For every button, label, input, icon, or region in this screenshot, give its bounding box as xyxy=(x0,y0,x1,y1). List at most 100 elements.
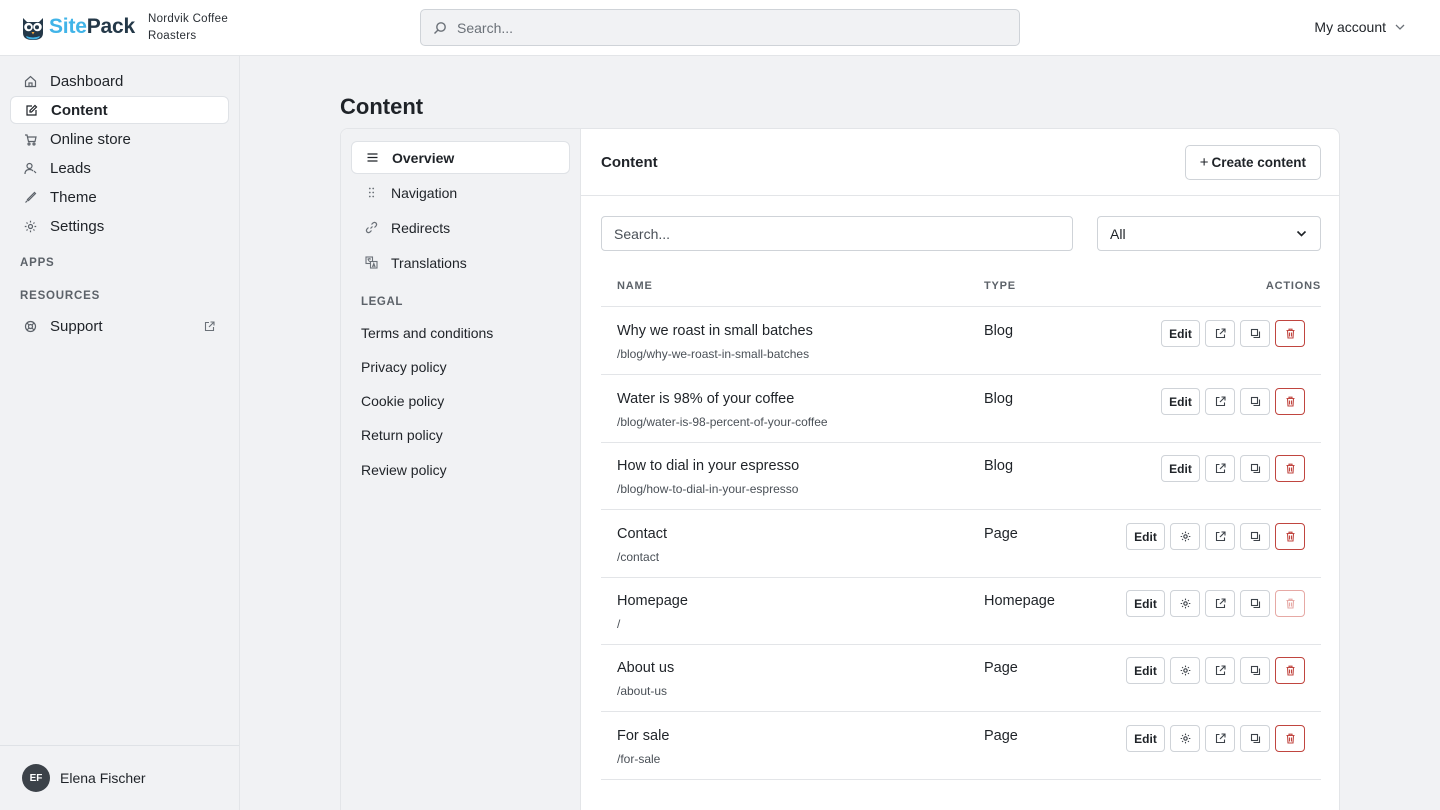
sidebar-item-theme[interactable]: Theme xyxy=(10,183,229,211)
duplicate-button[interactable] xyxy=(1240,320,1270,347)
edit-button[interactable]: Edit xyxy=(1161,455,1200,482)
legal-heading: LEGAL xyxy=(361,296,403,308)
account-menu[interactable]: My account xyxy=(1314,19,1406,35)
row-actions: Edit xyxy=(1161,455,1305,482)
row-path: /for-sale xyxy=(617,752,661,766)
sidebar-item-label: Dashboard xyxy=(50,72,124,90)
drag-handle-icon xyxy=(351,186,391,199)
row-name[interactable]: About us xyxy=(617,660,674,676)
copy-icon xyxy=(1250,463,1261,474)
row-path: /blog/why-we-roast-in-small-batches xyxy=(617,347,810,361)
row-name[interactable]: Contact xyxy=(617,526,667,542)
row-type: Page xyxy=(984,526,1018,542)
row-actions: Edit xyxy=(1161,320,1305,347)
edit-label: Edit xyxy=(1134,663,1157,678)
duplicate-button[interactable] xyxy=(1240,725,1270,752)
page-settings-button[interactable] xyxy=(1170,725,1200,752)
row-name[interactable]: For sale xyxy=(617,728,669,744)
subnav-item-overview[interactable]: Overview xyxy=(351,141,570,174)
trash-icon xyxy=(1285,598,1296,609)
global-search-input[interactable] xyxy=(457,19,997,36)
delete-button[interactable] xyxy=(1275,725,1305,752)
subnav-item-navigation[interactable]: Navigation xyxy=(351,176,570,209)
delete-button xyxy=(1275,590,1305,617)
list-icon xyxy=(352,151,392,164)
copy-icon xyxy=(1250,733,1261,744)
sidebar-item-settings[interactable]: Settings xyxy=(10,212,229,240)
row-name[interactable]: Water is 98% of your coffee xyxy=(617,391,794,407)
row-name[interactable]: Why we roast in small batches xyxy=(617,323,813,339)
sidebar-item-leads[interactable]: Leads xyxy=(10,154,229,182)
duplicate-button[interactable] xyxy=(1240,590,1270,617)
open-external-button[interactable] xyxy=(1205,657,1235,684)
page-settings-button[interactable] xyxy=(1170,590,1200,617)
duplicate-button[interactable] xyxy=(1240,523,1270,550)
delete-button[interactable] xyxy=(1275,657,1305,684)
row-actions: Edit xyxy=(1126,725,1305,752)
content-main: Content + Create content All NAME TYPE A… xyxy=(581,129,1339,810)
edit-button[interactable]: Edit xyxy=(1161,320,1200,347)
edit-button[interactable]: Edit xyxy=(1126,590,1165,617)
sitepack-logo[interactable]: SitePack xyxy=(20,13,135,41)
row-name[interactable]: Homepage xyxy=(617,593,688,609)
open-external-button[interactable] xyxy=(1205,590,1235,617)
subnav-item-redirects[interactable]: Redirects xyxy=(351,211,570,244)
type-filter-select[interactable]: All xyxy=(1097,216,1321,251)
sidebar-item-content[interactable]: Content xyxy=(10,96,229,124)
row-name[interactable]: How to dial in your espresso xyxy=(617,458,799,474)
legal-item-review[interactable]: Review policy xyxy=(361,462,447,478)
edit-button[interactable]: Edit xyxy=(1126,523,1165,550)
legal-item-terms[interactable]: Terms and conditions xyxy=(361,325,493,341)
sidebar-item-support[interactable]: Support xyxy=(10,312,229,340)
create-content-button[interactable]: + Create content xyxy=(1184,145,1321,180)
page-settings-button[interactable] xyxy=(1170,657,1200,684)
page-settings-button[interactable] xyxy=(1170,523,1200,550)
global-search[interactable] xyxy=(420,9,1020,46)
legal-item-privacy[interactable]: Privacy policy xyxy=(361,359,447,375)
subnav-item-translations[interactable]: Translations xyxy=(351,246,570,279)
edit-button[interactable]: Edit xyxy=(1126,657,1165,684)
sidebar-item-label: Theme xyxy=(50,188,97,206)
row-type: Blog xyxy=(984,391,1014,407)
subnav-item-label: Redirects xyxy=(391,219,451,236)
gear-icon xyxy=(10,220,50,233)
delete-button[interactable] xyxy=(1275,320,1305,347)
open-external-button[interactable] xyxy=(1205,388,1235,415)
external-link-icon xyxy=(1215,463,1226,474)
legal-item-cookie[interactable]: Cookie policy xyxy=(361,393,444,409)
legal-item-return[interactable]: Return policy xyxy=(361,427,443,443)
edit-label: Edit xyxy=(1134,731,1157,746)
content-search-input[interactable] xyxy=(601,216,1073,251)
delete-button[interactable] xyxy=(1275,523,1305,550)
open-external-button[interactable] xyxy=(1205,455,1235,482)
delete-button[interactable] xyxy=(1275,455,1305,482)
main-sidebar: Dashboard Content Online store Leads The… xyxy=(0,56,240,810)
edit-label: Edit xyxy=(1134,529,1157,544)
gear-icon xyxy=(1180,665,1191,676)
search-icon xyxy=(433,21,447,35)
user-profile[interactable]: EF Elena Fischer xyxy=(0,745,239,810)
row-path: /about-us xyxy=(617,684,668,698)
duplicate-button[interactable] xyxy=(1240,388,1270,415)
open-external-button[interactable] xyxy=(1205,725,1235,752)
copy-icon xyxy=(1250,328,1261,339)
trash-icon xyxy=(1285,328,1296,339)
type-filter-value: All xyxy=(1110,225,1126,242)
row-type: Blog xyxy=(984,323,1014,339)
open-external-button[interactable] xyxy=(1205,523,1235,550)
edit-button[interactable]: Edit xyxy=(1161,388,1200,415)
subnav-item-label: Overview xyxy=(392,149,455,166)
open-external-button[interactable] xyxy=(1205,320,1235,347)
duplicate-button[interactable] xyxy=(1240,657,1270,684)
column-header-name: NAME xyxy=(617,280,653,292)
delete-button[interactable] xyxy=(1275,388,1305,415)
sidebar-item-online-store[interactable]: Online store xyxy=(10,125,229,153)
row-actions: Edit xyxy=(1126,590,1305,617)
sidebar-item-dashboard[interactable]: Dashboard xyxy=(10,67,229,95)
row-type: Homepage xyxy=(984,593,1055,609)
copy-icon xyxy=(1250,665,1261,676)
duplicate-button[interactable] xyxy=(1240,455,1270,482)
row-path: /blog/water-is-98-percent-of-your-coffee xyxy=(617,415,828,429)
edit-button[interactable]: Edit xyxy=(1126,725,1165,752)
translate-icon xyxy=(351,256,391,269)
